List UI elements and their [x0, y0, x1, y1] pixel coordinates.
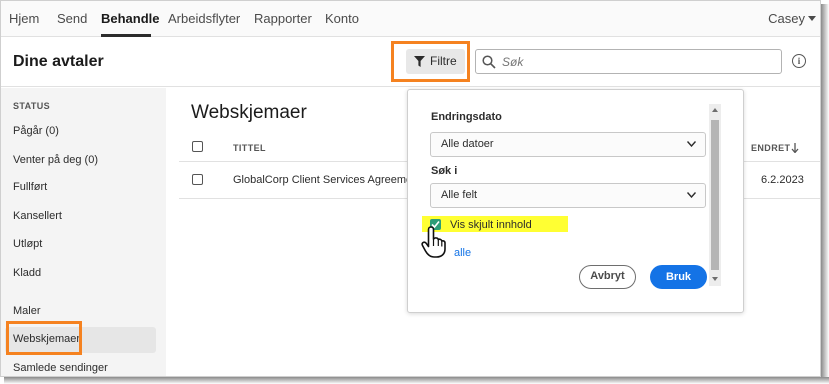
sidebar-status-heading: STATUS: [13, 101, 51, 111]
app-window: Hjem Send Behandle Arbeidsflyter Rapport…: [0, 0, 821, 377]
apply-button[interactable]: Bruk: [650, 265, 707, 289]
row-title[interactable]: GlobalCorp Client Services Agreement: [233, 174, 421, 186]
sidebar-item-bulk-sends[interactable]: Samlede sendinger: [13, 362, 108, 374]
window-shadow-right: [821, 4, 829, 382]
window-shadow-bottom: [4, 377, 829, 384]
scroll-thumb[interactable]: [711, 120, 719, 270]
info-icon[interactable]: i: [792, 54, 806, 68]
sidebar-item-draft[interactable]: Kladd: [13, 267, 41, 279]
modified-date-dropdown[interactable]: Alle datoer: [430, 132, 706, 157]
chevron-down-icon: [687, 192, 696, 198]
nav-item-home[interactable]: Hjem: [9, 11, 39, 26]
funnel-icon: [414, 56, 425, 67]
cancel-button[interactable]: Avbryt: [579, 265, 636, 289]
scroll-down-arrow-icon[interactable]: [712, 277, 718, 281]
top-nav: Hjem Send Behandle Arbeidsflyter Rapport…: [1, 1, 820, 37]
sidebar: STATUS Pågår (0) Venter på deg (0) Fullf…: [1, 88, 166, 376]
sort-arrow-down-icon[interactable]: [791, 143, 799, 153]
chevron-down-icon: [808, 16, 816, 21]
show-all-link[interactable]: alle: [454, 247, 471, 259]
search-icon: [482, 55, 496, 69]
nav-item-account[interactable]: Konto: [325, 11, 359, 26]
search-in-dropdown[interactable]: Alle felt: [430, 183, 706, 208]
filter-button-label: Filtre: [430, 54, 457, 68]
sidebar-item-templates[interactable]: Maler: [13, 305, 41, 317]
nav-item-manage[interactable]: Behandle: [101, 11, 160, 26]
nav-item-reports[interactable]: Rapporter: [254, 11, 312, 26]
sidebar-item-cancelled[interactable]: Kansellert: [13, 210, 62, 222]
row-modified-date: 6.2.2023: [761, 174, 804, 186]
nav-item-workflows[interactable]: Arbeidsflyter: [168, 11, 240, 26]
modified-date-label: Endringsdato: [431, 111, 502, 123]
select-all-checkbox[interactable]: [192, 141, 203, 152]
user-menu[interactable]: Casey: [768, 11, 816, 26]
hand-cursor-icon: [421, 226, 446, 258]
sidebar-item-expired[interactable]: Utløpt: [13, 238, 42, 250]
sidebar-item-in-progress[interactable]: Pågår (0): [13, 125, 59, 137]
column-header-title[interactable]: TITTEL: [233, 143, 266, 153]
page-header: Dine avtaler Filtre i: [1, 37, 820, 87]
main-title: Webskjemaer: [191, 102, 307, 123]
page-title: Dine avtaler: [13, 53, 104, 70]
modified-date-value: Alle datoer: [441, 138, 494, 150]
row-checkbox[interactable]: [192, 174, 203, 185]
chevron-down-icon: [687, 141, 696, 147]
search-in-label: Søk i: [431, 165, 458, 177]
user-name: Casey: [768, 11, 805, 26]
sidebar-item-completed[interactable]: Fullført: [13, 181, 47, 193]
search-input[interactable]: [502, 53, 772, 71]
popover-scrollbar[interactable]: [709, 104, 721, 286]
filter-button[interactable]: Filtre: [406, 49, 465, 74]
search-in-value: Alle felt: [441, 189, 478, 201]
filter-popover: Endringsdato Alle datoer Søk i Alle felt…: [407, 89, 744, 313]
nav-item-send[interactable]: Send: [57, 11, 87, 26]
webforms-highlight-box: [6, 321, 82, 355]
sidebar-item-waiting[interactable]: Venter på deg (0): [13, 154, 98, 166]
column-header-modified[interactable]: ENDRET: [751, 143, 790, 153]
show-hidden-label[interactable]: Vis skjult innhold: [450, 219, 532, 231]
search-box[interactable]: [475, 49, 782, 74]
scroll-up-arrow-icon[interactable]: [712, 108, 718, 112]
